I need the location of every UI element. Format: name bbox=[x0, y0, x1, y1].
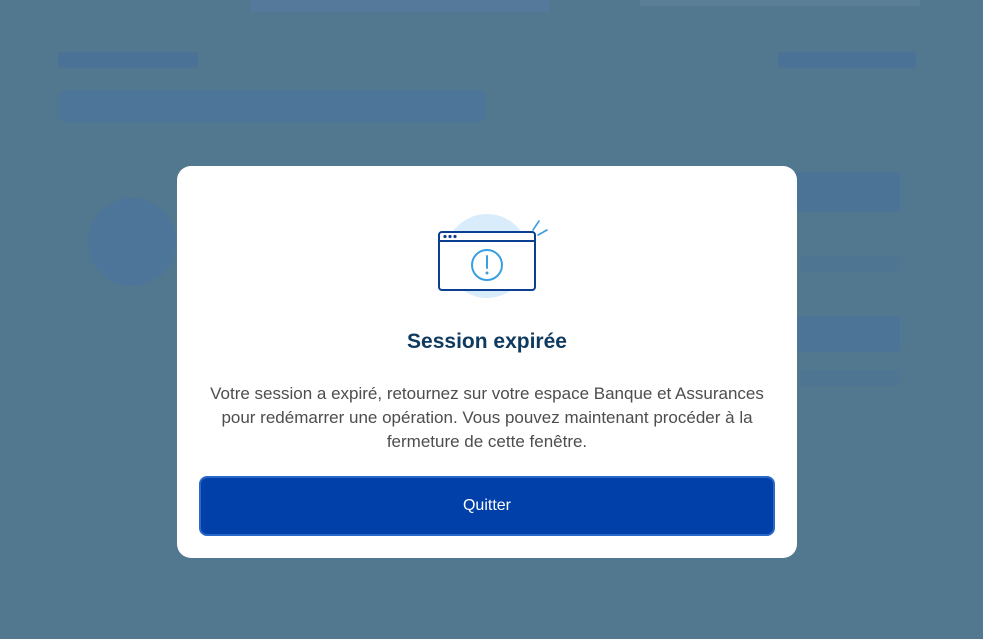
background-page-title bbox=[58, 52, 198, 68]
session-expired-dialog: Session expirée Votre session a expiré, … bbox=[177, 166, 797, 558]
background-header-bar bbox=[250, 0, 550, 12]
page-backdrop: Session expirée Votre session a expiré, … bbox=[0, 0, 983, 639]
dialog-message-line: Votre session a expiré, retournez sur vo… bbox=[210, 384, 764, 403]
background-header-bar-right bbox=[640, 0, 920, 6]
background-side-line bbox=[800, 256, 900, 272]
background-search-bar bbox=[60, 90, 485, 122]
background-side-card-2 bbox=[795, 316, 900, 352]
dialog-message: Votre session a expiré, retournez sur vo… bbox=[197, 382, 777, 454]
browser-window-warning-icon bbox=[438, 214, 548, 298]
dialog-title: Session expirée bbox=[407, 330, 567, 353]
background-side-card bbox=[790, 172, 900, 212]
quit-button[interactable]: Quitter bbox=[199, 476, 775, 536]
background-side-line-2 bbox=[800, 370, 900, 386]
dialog-message-line: fermeture de cette fenêtre. bbox=[386, 432, 588, 451]
background-right-title bbox=[778, 52, 916, 68]
background-avatar bbox=[88, 198, 176, 286]
dialog-message-line: pour redémarrer une opération. Vous pouv… bbox=[221, 408, 753, 427]
